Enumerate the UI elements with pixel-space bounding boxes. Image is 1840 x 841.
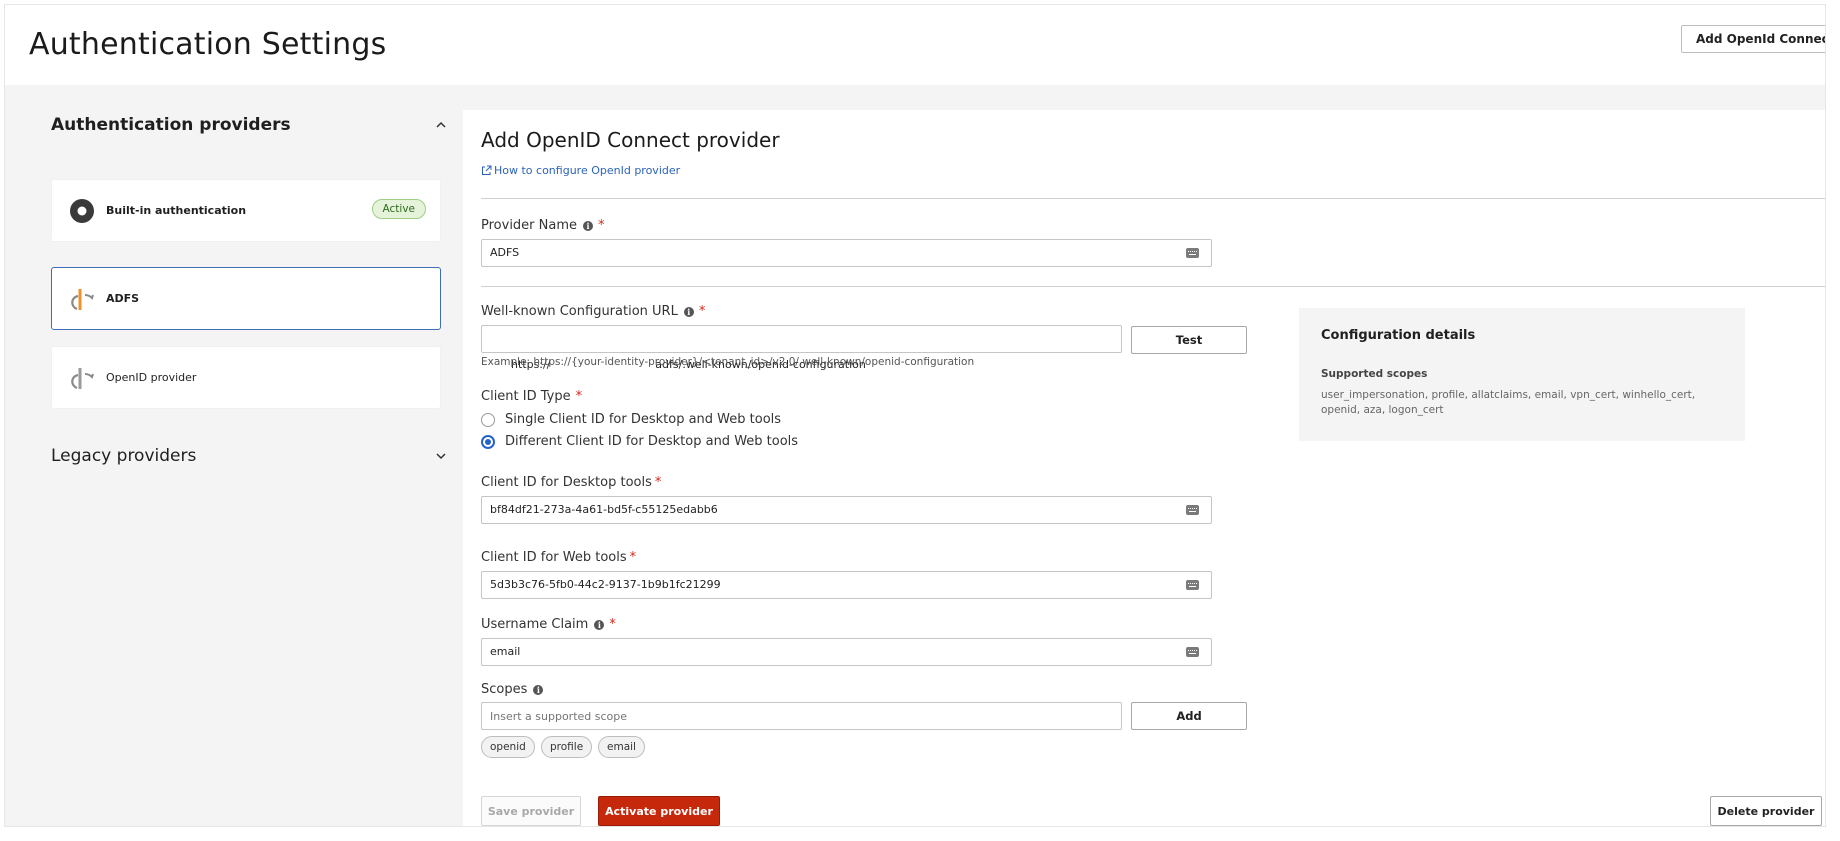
radio-button[interactable] <box>481 412 495 427</box>
provider-form-panel: Add OpenID Connect provider How to confi… <box>463 110 1825 826</box>
radio-single-client-id[interactable]: Single Client ID for Desktop and Web too… <box>481 412 781 427</box>
username-claim-input[interactable]: email <box>481 638 1212 666</box>
provider-name-input[interactable]: ADFS <box>481 239 1212 267</box>
provider-name: ADFS <box>106 292 140 305</box>
provider-card-adfs[interactable]: ADFS <box>51 267 441 330</box>
well-known-url-input[interactable]: https:// adfs/.well-known/openid-configu… <box>481 325 1122 371</box>
openid-icon <box>68 364 96 392</box>
required-marker: * <box>654 475 662 490</box>
info-icon[interactable]: i <box>594 619 605 630</box>
supported-scopes-text: user_impersonation, profile, allatclaims… <box>1321 389 1696 416</box>
chevron-up-icon <box>436 121 446 128</box>
scope-chip[interactable]: openid <box>481 736 535 758</box>
keyboard-icon <box>1186 580 1199 590</box>
legacy-providers-section-title: Legacy providers <box>51 446 197 466</box>
save-provider-button[interactable]: Save provider <box>481 796 581 826</box>
client-id-desktop-input[interactable]: bf84df21-273a-4a61-bd5f-c55125edabb6 <box>481 496 1212 524</box>
well-known-url-label-text: Well-known Configuration URL <box>481 304 678 319</box>
required-marker: * <box>609 617 616 632</box>
keyboard-icon <box>1186 248 1199 258</box>
provider-name-label: Provider Name i * <box>481 218 605 233</box>
well-known-url-example: Example: https://{your-identity-provider… <box>481 356 975 368</box>
radio-different-client-id[interactable]: Different Client ID for Desktop and Web … <box>481 434 798 449</box>
scope-chip[interactable]: profile <box>541 736 593 758</box>
test-button[interactable]: Test <box>1131 326 1247 354</box>
help-link-text: How to configure OpenId provider <box>494 164 681 177</box>
client-id-web-label: Client ID for Web tools * <box>481 550 636 565</box>
provider-name-label-text: Provider Name <box>481 218 578 233</box>
info-icon[interactable]: i <box>533 684 544 695</box>
configuration-details-title: Configuration details <box>1321 328 1476 343</box>
add-scope-button[interactable]: Add <box>1131 702 1247 730</box>
top-bar: Authentication Settings Add OpenId Conne… <box>5 5 1825 85</box>
builtin-auth-icon <box>68 197 96 225</box>
provider-card-openid[interactable]: OpenID provider <box>51 346 441 409</box>
app-window: Authentication Settings Add OpenId Conne… <box>4 4 1826 827</box>
status-badge: Active <box>371 199 426 219</box>
chevron-down-icon <box>436 453 446 460</box>
legacy-providers-section-header[interactable]: Legacy providers <box>51 442 447 470</box>
help-link[interactable]: How to configure OpenId provider <box>481 164 680 177</box>
well-known-url-label: Well-known Configuration URL i * <box>481 304 705 319</box>
required-marker: * <box>698 304 706 319</box>
scopes-label-text: Scopes <box>481 682 528 697</box>
auth-providers-section-header[interactable]: Authentication providers <box>51 111 447 139</box>
client-id-type-label: Client ID Type * <box>481 389 582 404</box>
info-icon[interactable]: i <box>583 220 594 231</box>
client-id-desktop-label: Client ID for Desktop tools * <box>481 475 661 490</box>
keyboard-icon <box>1186 505 1199 515</box>
client-id-desktop-value: bf84df21-273a-4a61-bd5f-c55125edabb6 <box>490 503 718 516</box>
divider <box>481 198 1825 199</box>
delete-provider-button[interactable]: Delete provider <box>1710 796 1822 826</box>
external-link-icon <box>482 165 492 175</box>
client-id-web-value: 5d3b3c76-5fb0-44c2-9137-1b9b1fc21299 <box>490 578 721 591</box>
scope-input[interactable] <box>481 702 1122 730</box>
activate-provider-button[interactable]: Activate provider <box>598 796 720 826</box>
username-claim-label-text: Username Claim <box>481 617 589 632</box>
username-claim-label: Username Claim i * <box>481 617 616 632</box>
provider-card-builtin[interactable]: Built-in authentication Active <box>51 179 441 242</box>
page-title: Authentication Settings <box>29 27 387 62</box>
client-id-desktop-label-text: Client ID for Desktop tools <box>481 475 652 490</box>
required-marker: * <box>598 218 605 233</box>
client-id-type-label-text: Client ID Type <box>481 389 571 404</box>
divider <box>481 286 1825 287</box>
provider-name: Built-in authentication <box>106 204 247 217</box>
provider-name-value: ADFS <box>490 246 520 259</box>
add-openid-provider-button[interactable]: Add OpenId Connect Provider <box>1681 25 1825 53</box>
scope-chip[interactable]: email <box>598 736 645 758</box>
client-id-web-input[interactable]: 5d3b3c76-5fb0-44c2-9137-1b9b1fc21299 <box>481 571 1212 599</box>
username-claim-value: email <box>490 645 521 658</box>
info-icon[interactable]: i <box>683 306 694 317</box>
required-marker: * <box>575 389 583 404</box>
auth-providers-section-title: Authentication providers <box>51 115 291 135</box>
radio-button-selected[interactable] <box>481 434 495 449</box>
provider-name: OpenID provider <box>106 371 197 384</box>
required-marker: * <box>629 550 637 565</box>
radio-label: Different Client ID for Desktop and Web … <box>505 434 799 449</box>
openid-icon <box>68 285 96 313</box>
scopes-label: Scopes i <box>481 682 544 697</box>
supported-scopes-label: Supported scopes <box>1321 368 1428 380</box>
radio-label: Single Client ID for Desktop and Web too… <box>505 412 782 427</box>
client-id-web-label-text: Client ID for Web tools <box>481 550 627 565</box>
form-title: Add OpenID Connect provider <box>481 128 780 152</box>
sidebar: Authentication providers Built-in authen… <box>5 85 460 826</box>
keyboard-icon <box>1186 647 1199 657</box>
configuration-details-panel: Configuration details Supported scopes u… <box>1299 308 1745 441</box>
